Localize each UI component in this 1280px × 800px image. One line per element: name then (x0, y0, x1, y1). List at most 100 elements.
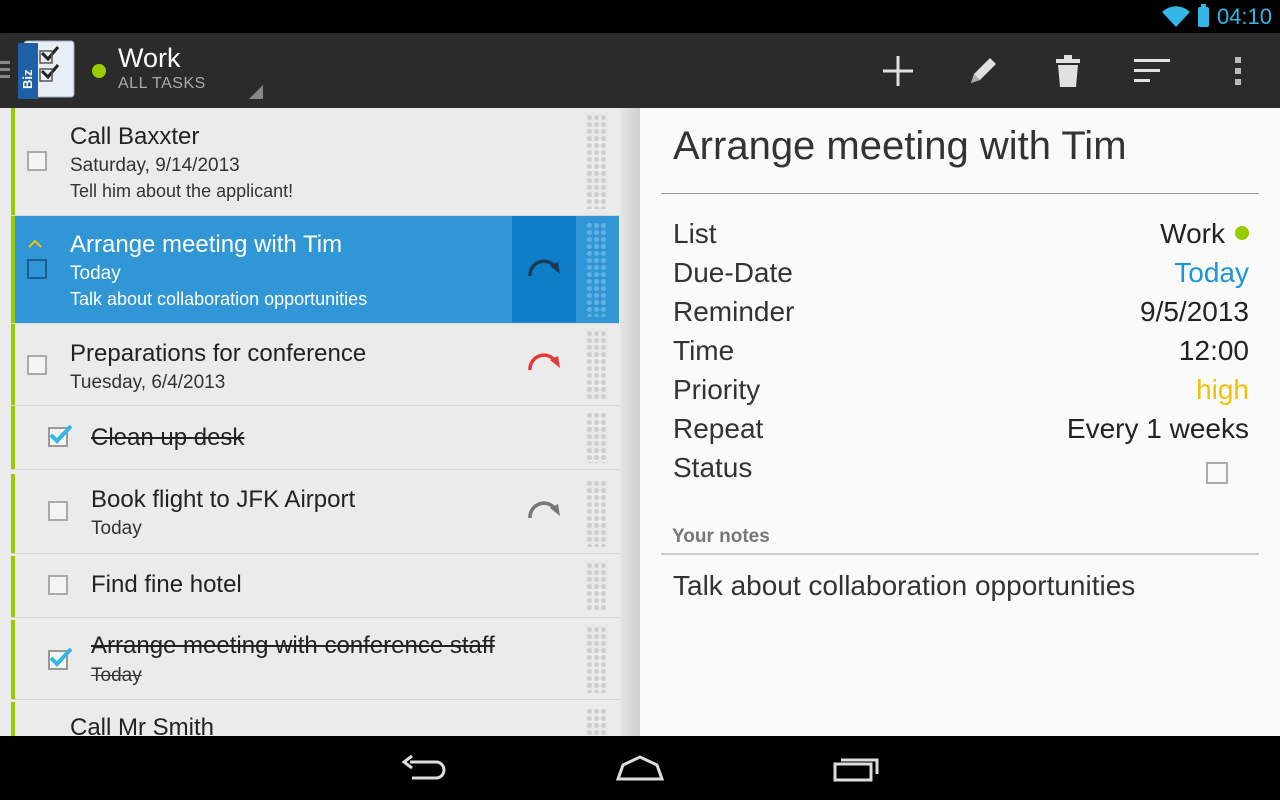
task-title: Arrange meeting with conference staff (91, 632, 495, 659)
task-row-book-flight[interactable]: Book flight to JFK Airport Today (11, 474, 619, 554)
prop-time[interactable]: Time 12:00 (673, 335, 1249, 374)
drag-handle-icon[interactable] (586, 562, 608, 611)
drag-handle-icon[interactable] (586, 412, 608, 463)
back-icon (401, 754, 446, 780)
detail-title: Arrange meeting with Tim (673, 124, 1127, 168)
task-title: Call Mr Smith (70, 714, 215, 736)
prop-reminder[interactable]: Reminder 9/5/2013 (673, 296, 1249, 335)
list-subtitle: ALL TASKS (118, 75, 206, 92)
battery-icon (1197, 3, 1209, 27)
task-date: Today (91, 518, 142, 539)
prop-key: Due-Date (673, 257, 793, 288)
drag-handle-icon[interactable] (586, 330, 608, 399)
delete-task-button[interactable] (1025, 33, 1110, 108)
list-color-strip (11, 556, 15, 617)
action-bar: Biz Work ALL TASKS (0, 33, 1280, 108)
prop-value: 9/5/2013 (1140, 296, 1249, 327)
add-task-button[interactable] (855, 33, 940, 108)
task-date: Today (91, 665, 142, 686)
list-color-strip (11, 406, 15, 469)
task-title: Book flight to JFK Airport (91, 486, 356, 513)
task-checkbox-checked[interactable] (48, 647, 73, 670)
task-row-arrange-meeting-staff[interactable]: Arrange meeting with conference staff To… (11, 620, 619, 700)
task-list[interactable]: Call Baxxter Saturday, 9/14/2013 Tell hi… (0, 108, 640, 736)
app-logo-text: Biz (20, 69, 35, 89)
task-title: Preparations for conference (70, 340, 367, 367)
prop-value: high (1196, 374, 1249, 405)
prop-value: Today (1174, 257, 1249, 288)
notes-text[interactable]: Talk about collaboration opportunities (673, 570, 1135, 602)
task-detail-pane: Arrange meeting with Tim List Work Due-D… (640, 108, 1280, 736)
checkmark-icon (49, 647, 73, 667)
pencil-icon (970, 57, 996, 83)
home-icon (615, 755, 665, 781)
task-title: Clean up desk (91, 424, 245, 451)
wifi-icon (1161, 5, 1190, 27)
drag-handle-icon[interactable] (586, 626, 608, 693)
pane-divider (620, 108, 640, 736)
sort-button[interactable] (1110, 33, 1195, 108)
task-row-find-fine-hotel[interactable]: Find fine hotel (11, 556, 619, 618)
drag-handle-icon[interactable] (586, 708, 608, 736)
task-checkbox[interactable] (27, 151, 47, 171)
task-note: Tell him about the applicant! (70, 181, 294, 201)
list-color-dot (1235, 226, 1249, 240)
app-logo-icon[interactable]: Biz (16, 39, 78, 101)
prop-due-date[interactable]: Due-Date Today (673, 257, 1249, 296)
navigation-bar (0, 736, 1280, 800)
task-checkbox[interactable] (48, 575, 68, 595)
notes-label: Your notes (672, 526, 770, 547)
task-title: Call Baxxter (70, 123, 200, 150)
task-checkbox[interactable] (27, 355, 47, 375)
status-checkbox[interactable] (1206, 462, 1228, 484)
prop-key: Status (673, 452, 753, 483)
list-color-strip (11, 108, 15, 215)
prop-list[interactable]: List Work (673, 218, 1249, 257)
task-note: Talk about collaboration opportunities (70, 289, 368, 309)
prop-key: Priority (673, 374, 761, 405)
recent-apps-button[interactable] (812, 744, 902, 792)
recent-apps-icon (833, 758, 879, 782)
edit-task-button[interactable] (940, 33, 1025, 108)
priority-high-icon (28, 240, 42, 248)
overflow-menu-button[interactable] (1195, 33, 1280, 108)
divider (661, 193, 1259, 194)
home-button[interactable] (595, 744, 685, 792)
task-row-clean-up-desk[interactable]: Clean up desk (11, 406, 619, 470)
task-checkbox-checked[interactable] (48, 424, 73, 447)
prop-key: Reminder (673, 296, 795, 327)
back-button[interactable] (379, 744, 469, 792)
drag-handle-icon[interactable] (586, 222, 608, 317)
task-date: Tuesday, 6/4/2013 (70, 372, 226, 393)
list-color-strip (11, 324, 15, 405)
prop-priority[interactable]: Priority high (673, 374, 1249, 413)
drawer-indicator-icon[interactable] (0, 61, 10, 82)
prop-repeat[interactable]: Repeat Every 1 weeks (673, 413, 1249, 452)
repeat-overdue-icon (528, 353, 560, 371)
drag-handle-icon[interactable] (586, 114, 608, 209)
status-indicators: 04:10 (1161, 0, 1272, 33)
task-row-call-mr-smith[interactable]: Call Mr Smith (11, 702, 619, 736)
prop-key: List (673, 218, 717, 249)
repeat-icon (528, 501, 560, 519)
prop-status[interactable]: Status (673, 452, 1249, 491)
task-checkbox[interactable] (27, 259, 47, 279)
task-title: Find fine hotel (91, 571, 242, 598)
prop-value: Work (1160, 218, 1249, 250)
prop-key: Repeat (673, 413, 764, 444)
task-date: Saturday, 9/14/2013 (70, 155, 240, 176)
task-row-preparations-conference[interactable]: Preparations for conference Tuesday, 6/4… (11, 324, 619, 406)
task-checkbox[interactable] (48, 501, 68, 521)
checkmark-icon (49, 424, 73, 444)
clock: 04:10 (1216, 3, 1272, 29)
task-row-arrange-meeting-tim[interactable]: Arrange meeting with Tim Today Talk abou… (11, 216, 619, 324)
list-color-strip (11, 702, 15, 736)
task-title: Arrange meeting with Tim (70, 231, 343, 258)
sort-icon (1133, 58, 1170, 82)
spinner-arrow-icon[interactable] (249, 85, 263, 99)
divider (661, 553, 1259, 555)
prop-value: Every 1 weeks (1066, 413, 1249, 444)
drag-handle-icon[interactable] (586, 480, 608, 547)
task-row-call-baxxter[interactable]: Call Baxxter Saturday, 9/14/2013 Tell hi… (11, 108, 619, 216)
list-spinner[interactable]: Work ALL TASKS (118, 42, 206, 93)
